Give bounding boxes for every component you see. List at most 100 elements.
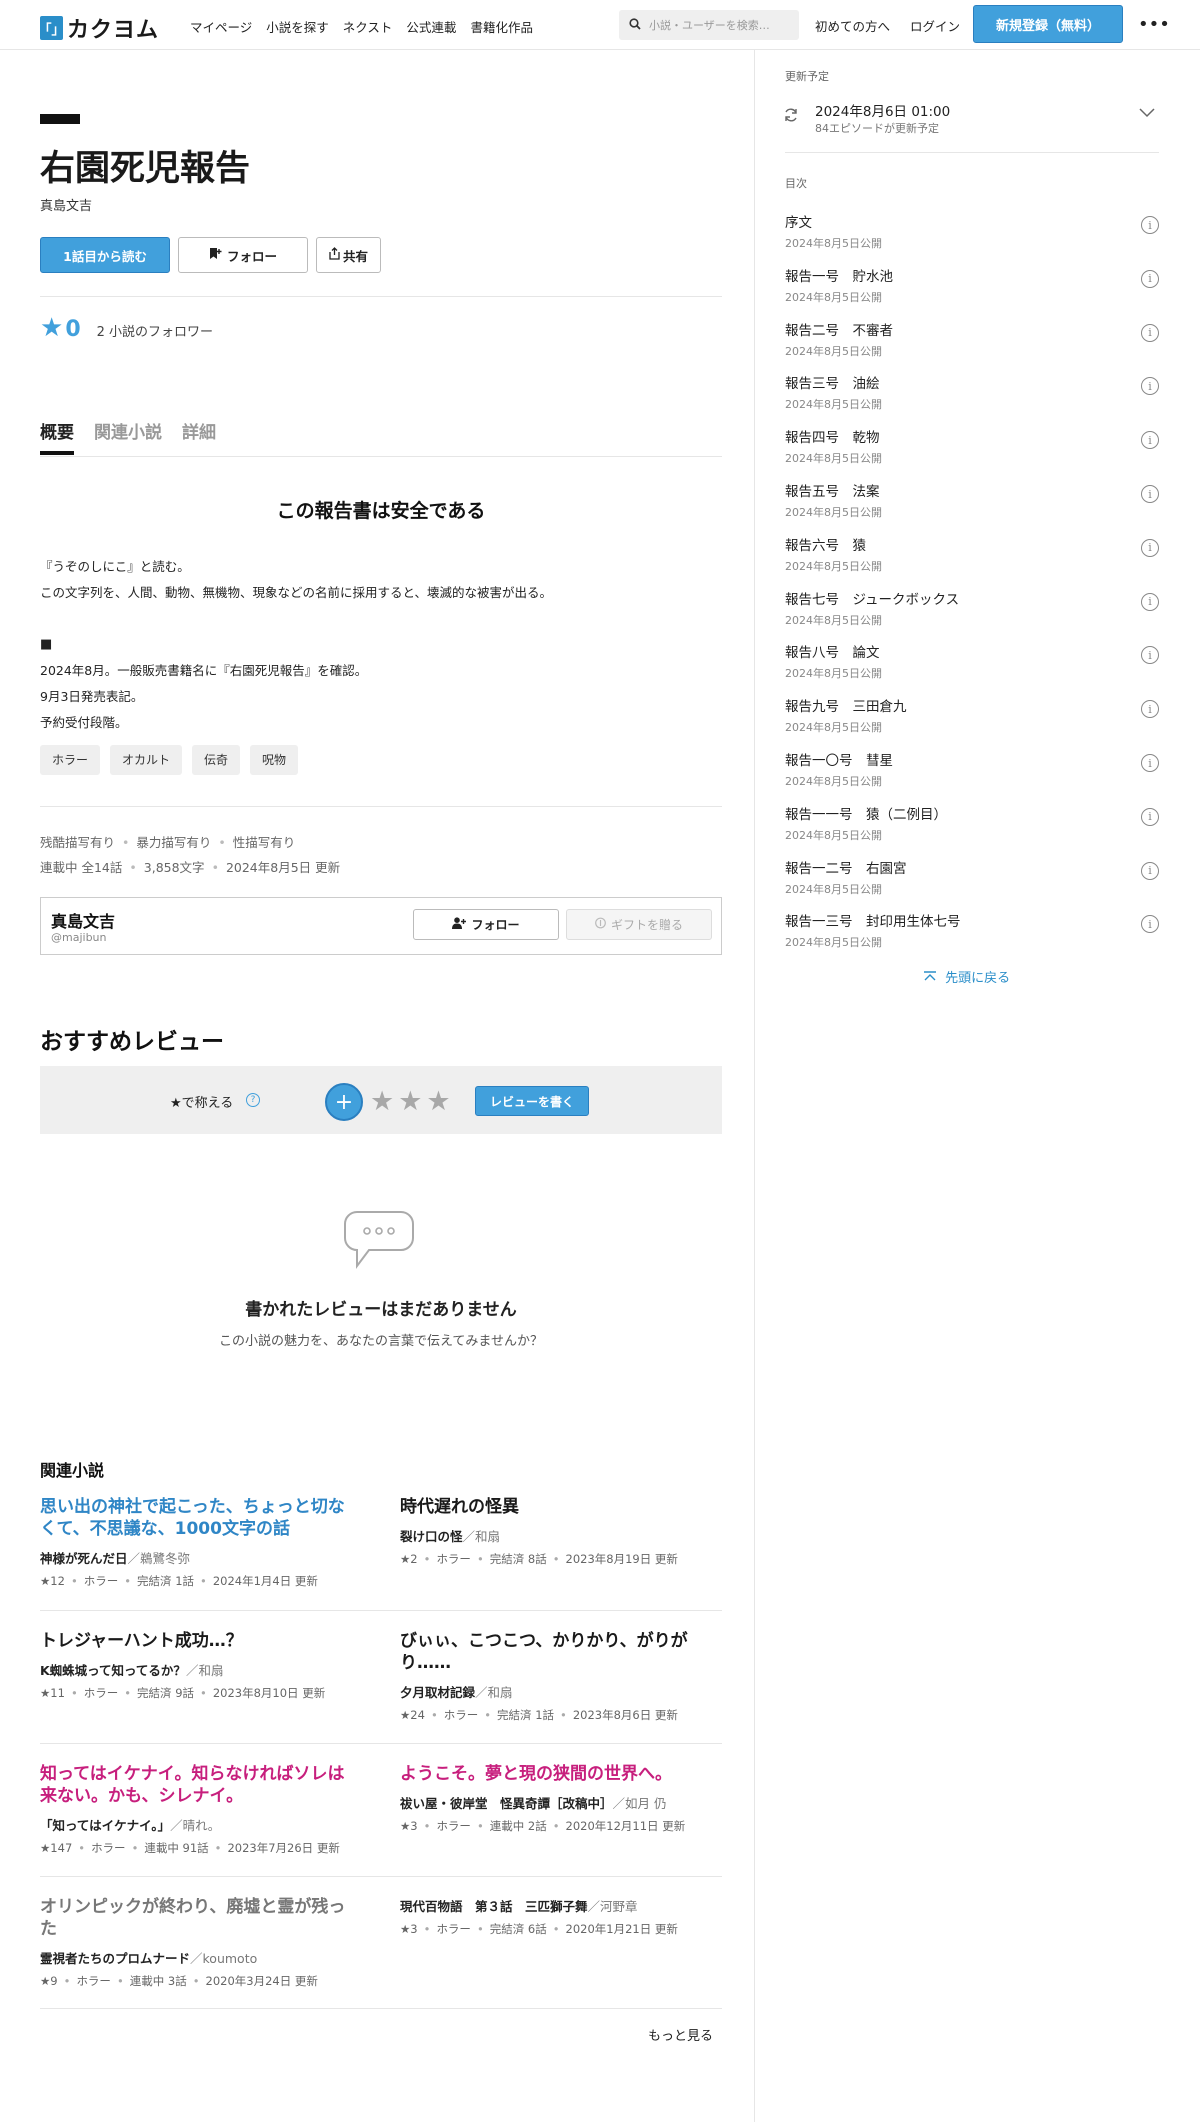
nav-find-novels[interactable]: 小説を探す	[266, 17, 329, 36]
related-work[interactable]: 神様が死んだ日／鵜鷺冬弥	[40, 1548, 360, 1567]
back-to-top-link[interactable]: 先頭に戻る	[923, 967, 1010, 986]
bookmark-plus-icon	[209, 247, 222, 263]
star-rating-input[interactable]: ★★★	[370, 1086, 455, 1117]
more-menu-icon[interactable]: •••	[1138, 14, 1170, 35]
search-input[interactable]: 小説・ユーザーを検索…	[619, 10, 799, 40]
episode-date: 2024年8月5日公開	[785, 398, 882, 412]
related-novel-card[interactable]: オリンピックが終わり、廃墟と霊が残った 霊視者たちのプロムナード／koumoto ★…	[40, 1896, 360, 1989]
related-novel-card[interactable]: ようこそ。夢と現の狭間の世界へ。 祓い屋・彼岸堂 怪異奇譚［改稿中］／如月 仍 ★3…	[400, 1763, 720, 1834]
author-name[interactable]: 真島文吉	[51, 908, 115, 932]
signup-button[interactable]: 新規登録（無料）	[973, 5, 1123, 43]
episode-item[interactable]: 報告七号 ジュークボックス 2024年8月5日公開 i	[785, 588, 1159, 632]
nav-books[interactable]: 書籍化作品	[470, 17, 533, 36]
tab-overview[interactable]: 概要	[40, 418, 74, 455]
header-links: 初めての方へ ログイン	[815, 16, 960, 35]
search-icon	[629, 17, 641, 33]
episode-item[interactable]: 報告九号 三田倉九 2024年8月5日公開 i	[785, 695, 1159, 739]
chevron-down-icon[interactable]	[1139, 103, 1155, 123]
related-work[interactable]: 霊視者たちのプロムナード／koumoto	[40, 1948, 360, 1967]
info-icon[interactable]: i	[1141, 592, 1159, 611]
related-meta: ★147 • ホラー • 連載中 91話 • 2023年7月26日 更新	[40, 1841, 340, 1855]
info-icon[interactable]: i	[1141, 538, 1159, 557]
update-date: 2024年8月6日 01:00	[815, 104, 951, 120]
related-work[interactable]: 祓い屋・彼岸堂 怪異奇譚［改稿中］／如月 仍	[400, 1793, 720, 1812]
info-icon[interactable]: i	[1141, 861, 1159, 880]
related-work[interactable]: 現代百物語 第３話 三匹獅子舞／河野章	[400, 1896, 720, 1915]
share-button[interactable]: 共有	[316, 237, 381, 273]
info-icon[interactable]: i	[1141, 915, 1159, 934]
help-icon[interactable]: ?	[246, 1093, 260, 1107]
episode-item[interactable]: 報告八号 論文 2024年8月5日公開 i	[785, 641, 1159, 685]
related-work[interactable]: 「知ってはイケナイ。」／晴れ。	[40, 1815, 360, 1834]
info-icon[interactable]: i	[1141, 431, 1159, 450]
site-logo[interactable]: 「」 カクヨム	[39, 12, 159, 44]
related-novel-card[interactable]: 思い出の神社で起こった、ちょっと切なくて、不思議な、1000文字の話神様が死んだ…	[40, 1496, 360, 1589]
main-nav: マイページ 小説を探す ネクスト 公式連載 書籍化作品	[190, 17, 533, 36]
more-related-link[interactable]: もっと見る	[648, 2025, 713, 2044]
episode-date: 2024年8月5日公開	[785, 828, 882, 842]
related-title[interactable]: 知ってはイケナイ。知らなければソレは来ない。かも、シレナイ。	[40, 1763, 360, 1807]
updated-date: 2024年8月5日 更新	[225, 860, 341, 875]
episode-date: 2024年8月5日公開	[785, 936, 882, 950]
tag-denki[interactable]: 伝奇	[192, 745, 241, 775]
tag-occult[interactable]: オカルト	[110, 745, 183, 775]
related-novel-card[interactable]: トレジャーハント成功…？ K蜘蛛城って知ってるか？／和扇 ★11 • ホラー • 完結済 9…	[40, 1630, 360, 1701]
user-plus-icon	[452, 917, 467, 932]
episode-date: 2024年8月5日公開	[785, 452, 882, 466]
gift-button[interactable]: ギフトを贈る	[566, 909, 712, 940]
reviews-heading: おすすめレビュー	[40, 1029, 224, 1055]
related-novel-card[interactable]: 知ってはイケナイ。知らなければソレは来ない。かも、シレナイ。「知ってはイケナイ。…	[40, 1763, 360, 1856]
episode-item[interactable]: 報告五号 法案 2024年8月5日公開 i	[785, 480, 1159, 524]
nav-official[interactable]: 公式連載	[406, 17, 456, 36]
episode-item[interactable]: 序文 2024年8月5日公開 i	[785, 211, 1159, 255]
work-status: 連載中 全14話 • 3,858文字 • 2024年8月5日 更新	[40, 860, 341, 875]
episode-item[interactable]: 報告一三号 封印用生体七号 2024年8月5日公開 i	[785, 910, 1159, 954]
info-icon[interactable]: i	[1141, 754, 1159, 772]
nav-next[interactable]: ネクスト	[343, 17, 393, 36]
tag-horror[interactable]: ホラー	[40, 745, 101, 775]
update-schedule-label: 更新予定	[785, 70, 829, 83]
episode-item[interactable]: 報告一二号 右園宮 2024年8月5日公開 i	[785, 857, 1159, 901]
episode-item[interactable]: 報告三号 油絵 2024年8月5日公開 i	[785, 372, 1159, 416]
author-follow-button[interactable]: フォロー	[413, 909, 559, 940]
related-title[interactable]: 時代遅れの怪異	[400, 1496, 720, 1518]
info-icon[interactable]: i	[1141, 323, 1159, 342]
nav-mypage[interactable]: マイページ	[190, 17, 252, 36]
tab-details[interactable]: 詳細	[182, 418, 216, 455]
info-icon[interactable]: i	[1141, 807, 1159, 826]
genre-bar	[40, 114, 80, 124]
episode-item[interactable]: 報告二号 不審者 2024年8月5日公開 i	[785, 319, 1159, 363]
tag-jubutsu[interactable]: 呪物	[250, 745, 299, 775]
related-title[interactable]: オリンピックが終わり、廃墟と霊が残った	[40, 1896, 360, 1940]
write-review-button[interactable]: レビューを書く	[475, 1086, 589, 1116]
info-icon[interactable]: i	[1141, 269, 1159, 288]
info-icon[interactable]: i	[1141, 700, 1159, 719]
episode-item[interactable]: 報告一一号 猿（二例目） 2024年8月5日公開 i	[785, 803, 1159, 847]
related-title[interactable]: ようこそ。夢と現の狭間の世界へ。	[400, 1763, 720, 1785]
episode-item[interactable]: 報告一〇号 彗星 2024年8月5日公開 i	[785, 749, 1159, 793]
related-work[interactable]: 裂け口の怪／和扇	[400, 1526, 720, 1545]
beginners-link[interactable]: 初めての方へ	[815, 16, 890, 35]
related-work[interactable]: K蜘蛛城って知ってるか？／和扇	[40, 1660, 360, 1679]
tab-related[interactable]: 関連小説	[94, 418, 162, 455]
related-title[interactable]: トレジャーハント成功…？	[40, 1630, 360, 1652]
related-novel-card[interactable]: びぃぃ、こつこつ、かりかり、がりがり…… 夕月取材記録／和扇 ★24 • ホラー • 完結済…	[400, 1630, 720, 1723]
read-first-button[interactable]: 1話目から読む	[40, 237, 170, 273]
episode-item[interactable]: 報告四号 乾物 2024年8月5日公開 i	[785, 426, 1159, 470]
follow-button[interactable]: フォロー	[178, 237, 308, 273]
info-icon[interactable]: i	[1141, 646, 1159, 665]
work-author[interactable]: 真島文吉	[40, 195, 92, 214]
login-link[interactable]: ログイン	[910, 16, 960, 35]
intro-line: 予約受付段階。	[40, 715, 128, 730]
related-work[interactable]: 夕月取材記録／和扇	[400, 1682, 720, 1701]
related-title[interactable]: 思い出の神社で起こった、ちょっと切なくて、不思議な、1000文字の話	[40, 1496, 360, 1540]
episode-item[interactable]: 報告六号 猿 2024年8月5日公開 i	[785, 534, 1159, 578]
related-novel-card[interactable]: 現代百物語 第３話 三匹獅子舞／河野章 ★3 • ホラー • 完結済 6話 • 2020年1月…	[400, 1896, 720, 1937]
related-novel-card[interactable]: 時代遅れの怪異 裂け口の怪／和扇 ★2 • ホラー • 完結済 8話 • 2023年8月19日 …	[400, 1496, 720, 1567]
add-star-button[interactable]: +	[325, 1083, 363, 1121]
info-icon[interactable]: i	[1141, 377, 1159, 396]
info-icon[interactable]: i	[1141, 485, 1159, 503]
related-title[interactable]: びぃぃ、こつこつ、かりかり、がりがり……	[400, 1630, 720, 1674]
episode-item[interactable]: 報告一号 貯水池 2024年8月5日公開 i	[785, 265, 1159, 309]
info-icon[interactable]: i	[1141, 216, 1159, 234]
